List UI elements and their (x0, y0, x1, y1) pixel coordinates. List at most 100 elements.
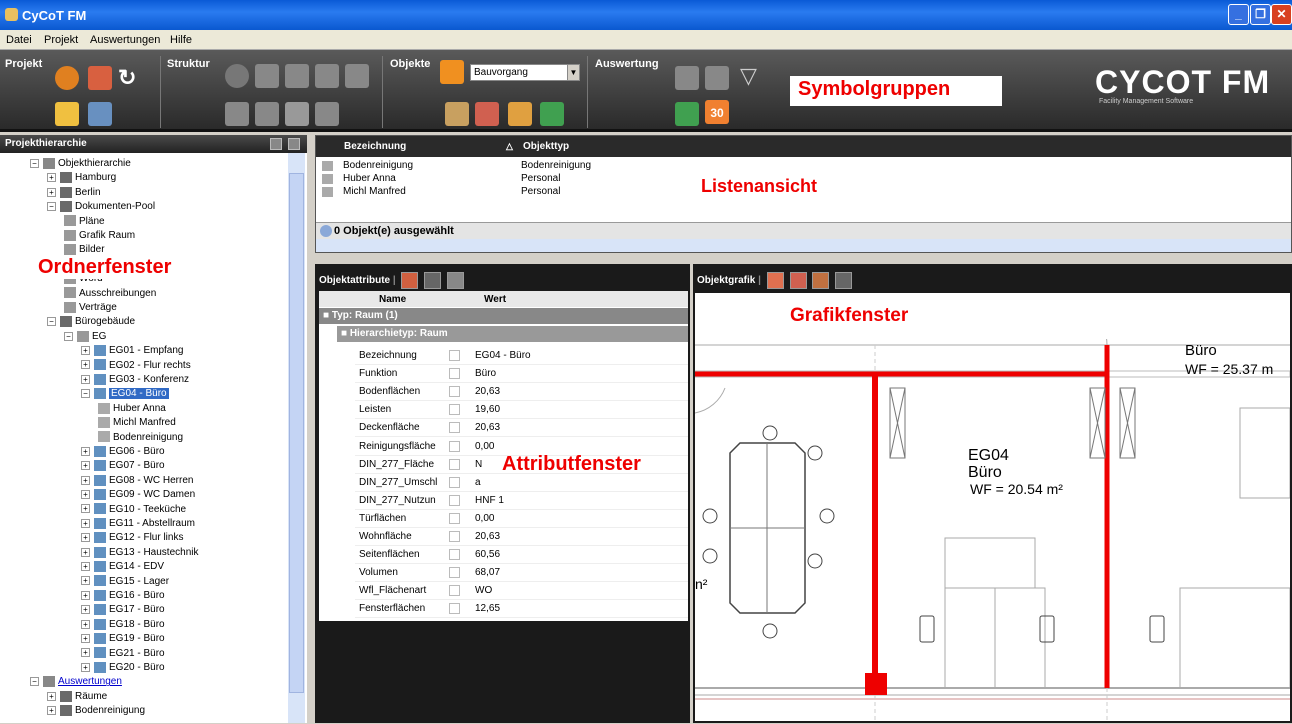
tree-item[interactable]: Michl Manfred (98, 416, 176, 430)
expand-icon[interactable]: + (81, 576, 90, 586)
expand-icon[interactable]: + (81, 461, 90, 471)
attribute-value[interactable]: 0,00 (475, 441, 494, 452)
collapse-icon[interactable]: ■ (323, 310, 332, 321)
clipboard-icon[interactable] (55, 102, 79, 126)
attribute-checkbox[interactable] (449, 512, 460, 524)
attribute-row[interactable]: Wfl_Flächenart WO (355, 582, 688, 601)
minimize-button[interactable]: _ (1228, 4, 1249, 25)
attribute-row[interactable]: Funktion Büro (355, 365, 688, 384)
attribute-checkbox[interactable] (449, 350, 460, 361)
users-icon[interactable] (88, 102, 112, 126)
attribute-checkbox[interactable] (449, 585, 460, 597)
group-hierarchietyp[interactable]: ■ Hierarchietyp: Raum (337, 326, 688, 342)
import-arrow-icon[interactable] (440, 60, 464, 84)
project-tree[interactable]: − Objekthierarchie + Hamburg + Berlin − Dokumen… (0, 153, 307, 723)
list-horizontal-scrollbar[interactable] (316, 239, 1291, 252)
tree-item[interactable]: + EG15 - Lager (81, 575, 169, 589)
attribute-row[interactable]: Seitenflächen 60,56 (355, 546, 688, 565)
tree-item[interactable]: − Auswertungen (30, 675, 122, 689)
excel-export-icon[interactable] (675, 102, 699, 126)
report-icon[interactable] (475, 102, 499, 126)
folder-icon[interactable] (285, 102, 309, 126)
expand-icon[interactable]: − (30, 158, 39, 168)
attribute-value[interactable]: EG04 - Büro (475, 350, 531, 361)
tree-item[interactable]: + Bodenreinigung (47, 704, 145, 718)
document-icon[interactable] (255, 102, 279, 126)
collapse-icon[interactable]: ■ (341, 328, 350, 339)
attribute-row[interactable]: Fensterflächen 12,65 (355, 600, 688, 619)
tree-item[interactable]: + Berlin (47, 186, 101, 200)
tree-item[interactable]: + EG19 - Büro (81, 632, 165, 646)
graphic-tool-icon[interactable] (766, 272, 784, 289)
tree-item[interactable]: + EG14 - EDV (81, 560, 164, 574)
expand-icon[interactable]: − (30, 677, 39, 687)
save-attr-icon[interactable] (401, 272, 419, 289)
expand-icon[interactable]: + (47, 691, 56, 701)
tree-item[interactable]: + EG16 - Büro (81, 589, 165, 603)
attribute-value[interactable]: 20,63 (475, 386, 500, 397)
attribute-row[interactable]: Leisten 19,60 (355, 401, 688, 420)
expand-icon[interactable]: + (47, 706, 56, 716)
attribute-row[interactable]: DIN_277_Nutzun HNF 1 (355, 492, 688, 510)
globe-icon[interactable] (225, 64, 249, 88)
tree-item[interactable]: Verträge (64, 301, 117, 315)
expand-icon[interactable]: + (81, 504, 90, 514)
menu-projekt[interactable]: Projekt (44, 34, 78, 46)
tree-item[interactable]: Grafik Raum (64, 229, 135, 243)
attribute-value[interactable]: 60,56 (475, 549, 500, 560)
tree-item[interactable]: + EG03 - Konferenz (81, 373, 189, 387)
filter-icon[interactable]: ▽ (740, 64, 764, 88)
tree-item[interactable]: − EG (64, 330, 106, 344)
list-row[interactable]: Bodenreinigung Bodenreinigung (316, 160, 1291, 173)
tree-item[interactable]: + EG21 - Büro (81, 647, 165, 661)
building-icon[interactable] (315, 64, 339, 88)
attribute-checkbox[interactable] (449, 531, 460, 542)
expand-icon[interactable]: + (81, 533, 90, 543)
bar-chart-icon[interactable] (255, 64, 279, 88)
attribute-checkbox[interactable] (449, 476, 460, 488)
folder-chart-icon[interactable] (508, 102, 532, 126)
attribute-checkbox[interactable] (449, 494, 460, 506)
expand-icon[interactable]: + (81, 446, 90, 456)
attribute-checkbox[interactable] (449, 440, 460, 452)
close-button[interactable]: ✕ (1271, 4, 1292, 25)
attribute-checkbox[interactable] (449, 386, 460, 398)
expand-icon[interactable]: + (81, 518, 90, 528)
expand-icon[interactable]: + (81, 605, 90, 615)
attribute-checkbox[interactable] (449, 549, 460, 561)
tree-item[interactable]: + EG20 - Büro (81, 661, 165, 675)
attribute-checkbox[interactable] (449, 404, 460, 416)
scrollbar-thumb[interactable] (289, 173, 304, 693)
attribute-value[interactable]: 20,63 (475, 531, 500, 542)
edit-attr-icon[interactable] (424, 272, 442, 289)
attribute-checkbox[interactable] (449, 603, 460, 615)
attribute-row[interactable]: DIN_277_Umschl a (355, 474, 688, 492)
tree-item[interactable]: + EG18 - Büro (81, 618, 165, 632)
tree-item[interactable]: + EG06 - Büro (81, 445, 165, 459)
attribute-value[interactable]: a (475, 477, 481, 488)
attribute-row[interactable]: Bezeichnung EG04 - Büro (355, 347, 688, 365)
attribute-value[interactable]: 0,00 (475, 513, 494, 524)
expand-icon[interactable]: + (81, 374, 90, 384)
attribute-value[interactable]: WO (475, 585, 492, 596)
expand-icon[interactable]: + (81, 590, 90, 600)
refresh-icon[interactable]: ↻ (118, 66, 142, 90)
menu-datei[interactable]: Datei (6, 34, 32, 46)
panel-close-button[interactable] (288, 138, 300, 150)
tree-item[interactable]: + EG17 - Büro (81, 603, 165, 617)
expand-icon[interactable]: + (81, 490, 90, 500)
house-icon[interactable] (285, 64, 309, 88)
floor-plan[interactable]: EG04 Büro WF = 20.54 m² Büro WF = 25.37 … (694, 293, 1291, 721)
copy-attr-icon[interactable] (447, 272, 465, 289)
tree-item[interactable]: + EG11 - Abstellraum (81, 517, 195, 531)
tree-item[interactable]: + Räume (47, 690, 107, 704)
chevron-down-icon[interactable]: ▼ (567, 65, 579, 80)
tree-item[interactable]: Bodenreinigung (98, 431, 183, 445)
menu-hilfe[interactable]: Hilfe (170, 34, 192, 46)
attribute-checkbox[interactable] (449, 422, 460, 434)
expand-icon[interactable]: + (81, 662, 90, 672)
room-icon[interactable] (345, 64, 369, 88)
tree-item[interactable]: + EG13 - Haustechnik (81, 546, 199, 560)
tools-icon[interactable] (445, 102, 469, 126)
expand-icon[interactable]: − (47, 202, 56, 212)
